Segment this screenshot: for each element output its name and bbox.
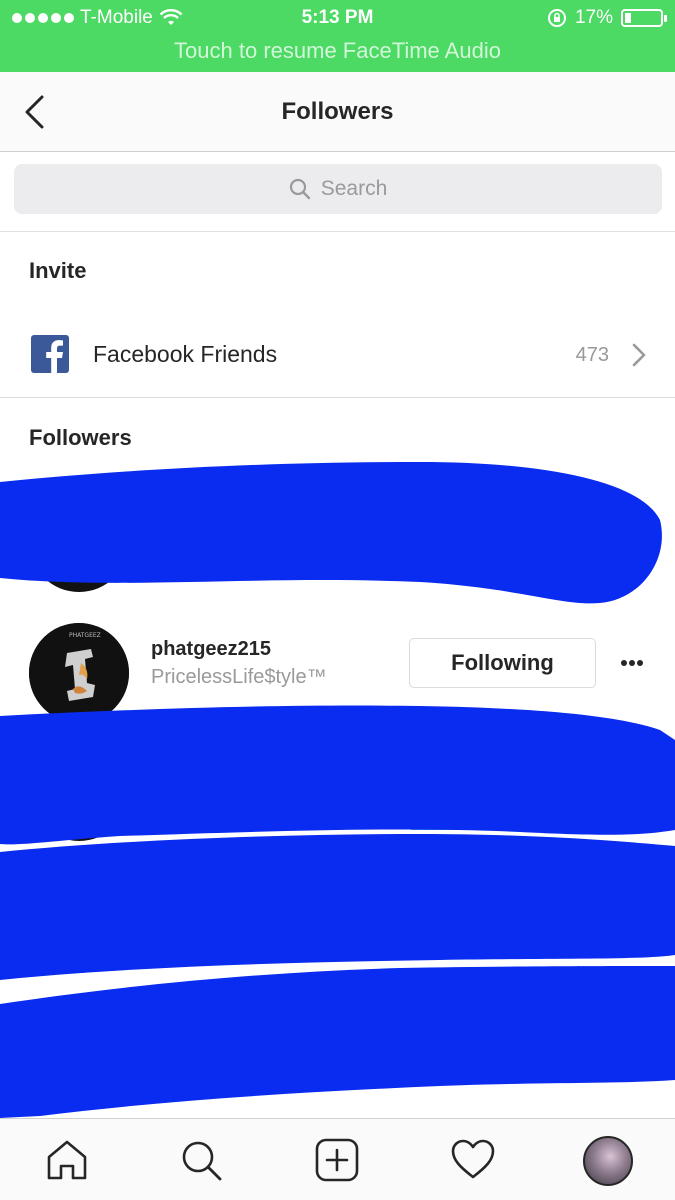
- facebook-friends-row[interactable]: Facebook Friends 473: [0, 312, 675, 398]
- svg-text:PHATGEEZ: PHATGEEZ: [69, 632, 101, 639]
- follower-row-redacted[interactable]: [0, 726, 675, 844]
- search-icon: [289, 178, 310, 200]
- rotation-lock-icon: [547, 9, 566, 27]
- search-icon[interactable]: [178, 1137, 224, 1183]
- facebook-icon: [31, 335, 69, 373]
- profile-avatar[interactable]: [583, 1136, 633, 1186]
- battery-icon: [621, 9, 667, 27]
- follower-full-name: PricelessLife$tyle™: [151, 666, 327, 688]
- avatar: [29, 1005, 129, 1105]
- heart-icon[interactable]: [450, 1137, 496, 1183]
- page-title: Followers: [281, 98, 394, 125]
- follower-row-redacted[interactable]: [0, 858, 675, 976]
- followers-heading: Followers: [29, 425, 132, 450]
- chevron-right-icon: [632, 343, 646, 367]
- following-button[interactable]: Following: [409, 638, 596, 688]
- add-post-icon[interactable]: [314, 1137, 360, 1183]
- follow-button[interactable]: [409, 816, 596, 830]
- tab-bar: [0, 1118, 675, 1200]
- invite-heading: Invite: [29, 258, 87, 283]
- avatar[interactable]: PHATGEEZ: [29, 623, 129, 723]
- follower-row-redacted[interactable]: [0, 472, 675, 592]
- facetime-banner[interactable]: Touch to resume FaceTime Audio: [0, 38, 675, 64]
- follow-button[interactable]: [409, 944, 596, 958]
- follower-username[interactable]: phatgeez215: [151, 638, 271, 661]
- search-input[interactable]: Search: [14, 164, 662, 214]
- search-placeholder: Search: [320, 177, 388, 200]
- follower-row[interactable]: PHATGEEZ phatgeez215 PricelessLife$tyle™…: [0, 608, 675, 726]
- search-section: Search: [0, 152, 675, 232]
- avatar: [29, 873, 129, 973]
- follower-row-redacted[interactable]: [0, 990, 675, 1108]
- home-icon[interactable]: [44, 1137, 90, 1183]
- more-options-icon[interactable]: [612, 648, 652, 678]
- nav-bar: Followers: [0, 72, 675, 152]
- battery-percent: 17%: [574, 7, 613, 28]
- avatar: [29, 492, 129, 592]
- avatar: [29, 741, 129, 841]
- status-bar[interactable]: T-Mobile 5:13 PM 17% Touch to resume Fac…: [0, 0, 675, 72]
- facebook-friends-label: Facebook Friends: [93, 341, 278, 367]
- facebook-friends-count: 473: [575, 344, 609, 366]
